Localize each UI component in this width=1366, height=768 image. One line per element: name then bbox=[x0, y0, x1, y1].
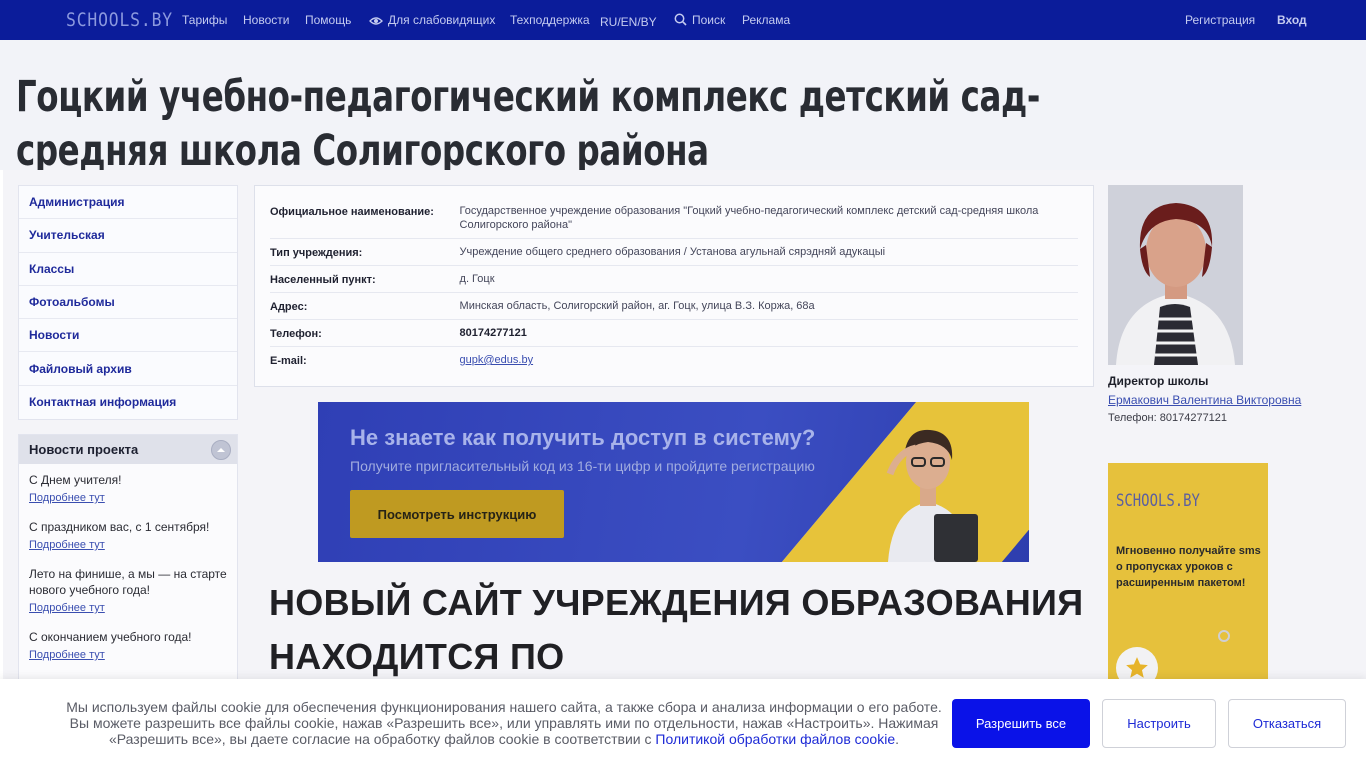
sidebar-item-teachers[interactable]: Учительская bbox=[19, 219, 237, 253]
table-row: E-mail: gupk@edus.by bbox=[270, 347, 1078, 374]
sidebar-item-classes[interactable]: Классы bbox=[19, 253, 237, 286]
director-photo bbox=[1108, 185, 1243, 365]
project-news-title: Новости проекта bbox=[29, 442, 139, 457]
school-info-card: Официальное наименование: Государственно… bbox=[254, 185, 1094, 387]
news-item-text: С окончанием учебного года! bbox=[29, 630, 192, 644]
access-banner[interactable]: Не знаете как получить доступ в систему?… bbox=[318, 402, 1029, 562]
list-item: С окончанием учебного года! Подробнее ту… bbox=[29, 629, 227, 663]
ad-text: Мгновенно получайте sms о пропусках урок… bbox=[1116, 545, 1261, 589]
news-item-text: С Днем учителя! bbox=[29, 473, 122, 487]
ad-logo: SCHOOLS.BY bbox=[1116, 491, 1200, 511]
nav-low-vision-label: Для слабовидящих bbox=[388, 13, 496, 27]
configure-button[interactable]: Настроить bbox=[1102, 699, 1216, 748]
search-icon bbox=[674, 13, 687, 26]
list-item: Лето на финише, а мы — на старте нового … bbox=[29, 566, 227, 616]
news-item-text: Лето на финише, а мы — на старте нового … bbox=[29, 567, 227, 597]
list-item: С Днем учителя! Подробнее тут bbox=[29, 472, 227, 506]
login-link[interactable]: Вход bbox=[1277, 13, 1307, 27]
nav-low-vision[interactable]: Для слабовидящих bbox=[369, 13, 495, 27]
register-link[interactable]: Регистрация bbox=[1185, 13, 1255, 27]
news-item-more-link[interactable]: Подробнее тут bbox=[29, 492, 105, 504]
sidebar-item-file-archive[interactable]: Файловый архив bbox=[19, 352, 237, 386]
banner-subtext: Получите пригласительный код из 16-ти ци… bbox=[350, 458, 815, 474]
list-item: С праздником вас, с 1 сентября! Подробне… bbox=[29, 519, 227, 553]
news-item-more-link[interactable]: Подробнее тут bbox=[29, 602, 105, 614]
chevron-up-icon bbox=[217, 448, 225, 452]
view-instructions-button[interactable]: Посмотреть инструкцию bbox=[350, 490, 564, 538]
page-title: Гоцкий учебно-педагогический комплекс де… bbox=[16, 72, 1040, 170]
info-label: E-mail: bbox=[270, 355, 307, 367]
language-switcher[interactable]: RU/EN/BY bbox=[600, 15, 657, 29]
info-label: Адрес: bbox=[270, 301, 308, 313]
allow-all-button[interactable]: Разрешить все bbox=[952, 699, 1090, 748]
cookie-consent-banner: Мы используем файлы cookie для обеспечен… bbox=[0, 679, 1366, 768]
table-row: Населенный пункт: д. Гоцк bbox=[270, 266, 1078, 293]
director-role: Директор школы bbox=[1108, 374, 1209, 388]
info-value: Учреждение общего среднего образования /… bbox=[459, 246, 886, 258]
nav-search[interactable]: Поиск bbox=[674, 13, 725, 27]
info-label: Официальное наименование: bbox=[270, 206, 434, 218]
collapse-button[interactable] bbox=[211, 440, 231, 460]
email-link[interactable]: gupk@edus.by bbox=[460, 353, 1078, 367]
info-label: Тип учреждения: bbox=[270, 247, 363, 259]
top-navbar: SCHOOLS.BY Тарифы Новости Помощь Для сла… bbox=[0, 0, 1366, 40]
nav-search-label: Поиск bbox=[692, 13, 726, 27]
director-phone: Телефон: 80174277121 bbox=[1108, 412, 1228, 424]
banner-heading: Не знаете как получить доступ в систему? bbox=[350, 425, 816, 450]
news-item-text: С праздником вас, с 1 сентября! bbox=[29, 520, 210, 534]
nav-news[interactable]: Новости bbox=[243, 13, 289, 27]
info-label: Населенный пункт: bbox=[270, 274, 376, 286]
table-row: Телефон: 80174277121 bbox=[270, 320, 1078, 347]
info-value: д. Гоцк bbox=[459, 273, 495, 285]
nav-help[interactable]: Помощь bbox=[305, 13, 351, 27]
cookie-policy-link[interactable]: Политикой обработки файлов cookie bbox=[655, 731, 895, 747]
sidebar-item-contacts[interactable]: Контактная информация bbox=[19, 386, 237, 419]
sidebar-item-administration[interactable]: Администрация bbox=[19, 186, 237, 220]
info-value: Минская область, Солигорский район, аг. … bbox=[459, 300, 815, 312]
news-item-more-link[interactable]: Подробнее тут bbox=[29, 539, 105, 551]
table-row: Адрес: Минская область, Солигорский райо… bbox=[270, 293, 1078, 320]
eye-icon bbox=[369, 17, 383, 25]
phone-value: 80174277121 bbox=[459, 327, 527, 339]
cookie-text: Мы используем файлы cookie для обеспечен… bbox=[60, 699, 948, 747]
table-row: Официальное наименование: Государственно… bbox=[270, 198, 1078, 239]
sidebar-item-news[interactable]: Новости bbox=[19, 319, 237, 353]
woman-illustration bbox=[886, 429, 978, 562]
news-item-more-link[interactable]: Подробнее тут bbox=[29, 649, 105, 661]
info-value: Государственное учреждение образования "… bbox=[459, 205, 1039, 231]
decorative-dot bbox=[1218, 630, 1230, 642]
director-name-link[interactable]: Ермакович Валентина Викторовна bbox=[1108, 393, 1301, 407]
reject-button[interactable]: Отказаться bbox=[1228, 699, 1346, 748]
sidebar-menu: Администрация Учительская Классы Фотоаль… bbox=[18, 185, 238, 421]
table-row: Тип учреждения: Учреждение общего средне… bbox=[270, 239, 1078, 266]
nav-tariffs[interactable]: Тарифы bbox=[182, 13, 227, 27]
nav-ads[interactable]: Реклама bbox=[742, 13, 790, 27]
sidebar-item-photo-albums[interactable]: Фотоальбомы bbox=[19, 286, 237, 320]
cookie-message-end: . bbox=[895, 731, 900, 747]
director-portrait bbox=[1108, 185, 1243, 365]
info-label: Телефон: bbox=[270, 328, 322, 340]
page-header: Гоцкий учебно-педагогический комплекс де… bbox=[0, 40, 1366, 170]
main-heading: НОВЫЙ САЙТ УЧРЕЖДЕНИЯ ОБРАЗОВАНИЯ НАХОДИ… bbox=[269, 582, 1084, 677]
project-news-header: Новости проекта bbox=[19, 435, 237, 464]
nav-support[interactable]: Техподдержка bbox=[510, 13, 590, 27]
star-icon bbox=[1126, 657, 1148, 678]
project-news-list: С Днем учителя! Подробнее тут С праздник… bbox=[19, 464, 237, 684]
site-logo[interactable]: SCHOOLS.BY bbox=[66, 9, 173, 31]
sms-ad-banner[interactable]: SCHOOLS.BY Мгновенно получайте sms о про… bbox=[1108, 463, 1268, 693]
